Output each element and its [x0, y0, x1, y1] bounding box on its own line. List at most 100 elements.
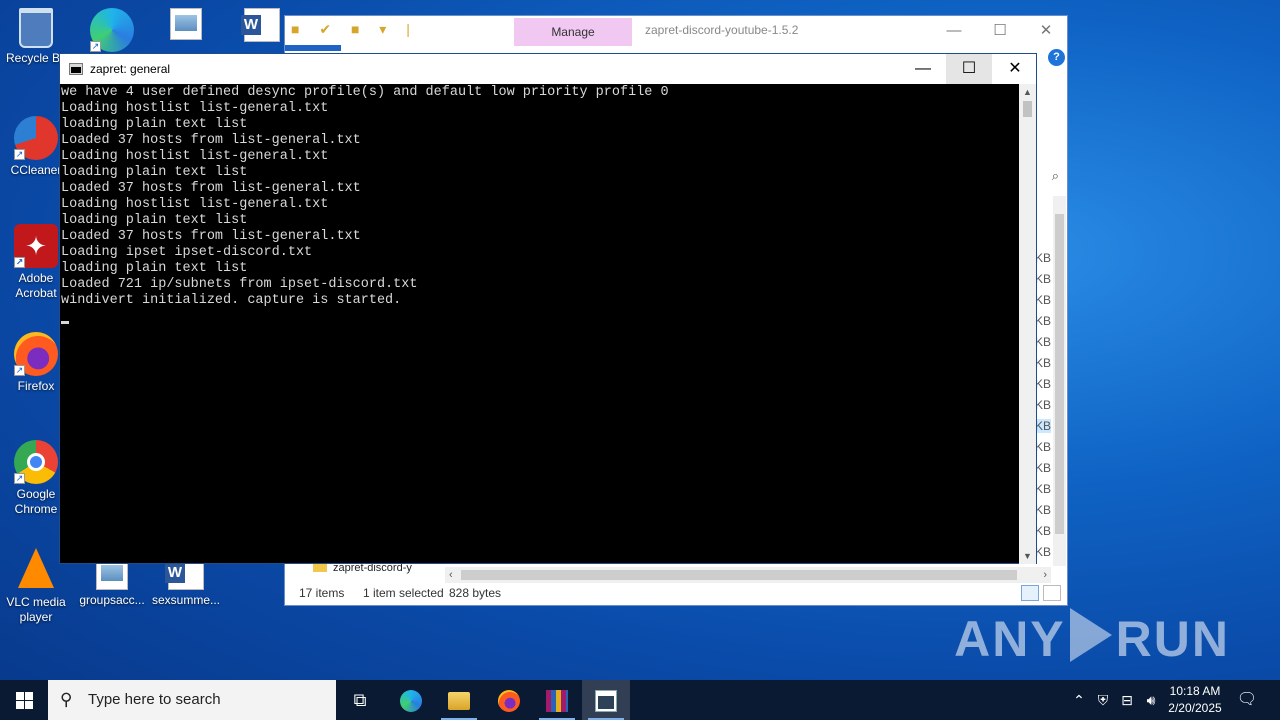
console-cursor: [61, 321, 69, 324]
console-line: Loading hostlist list-general.txt: [61, 101, 329, 116]
quick-access-toolbar[interactable]: ■ ✔ ■ ▾ |: [291, 21, 418, 38]
console-maximize-button[interactable]: ☐: [946, 54, 992, 84]
watermark-right: RUN: [1115, 611, 1230, 667]
folder-icon: [448, 692, 470, 711]
file-size-unit: KB: [1035, 503, 1052, 517]
file-size-unit: KB: [1035, 545, 1052, 559]
file-tab[interactable]: [285, 45, 341, 51]
file-size-unit: KB: [1035, 398, 1052, 412]
desktop-icon-label: groupsacc...: [79, 593, 145, 607]
explorer-title: zapret-discord-youtube-1.5.2: [645, 23, 799, 37]
file-size-unit: KB: [1035, 377, 1052, 391]
taskbar-edge[interactable]: [387, 680, 435, 720]
console-line: Loaded 721 ip/subnets from ipset-discord…: [61, 277, 418, 292]
taskbar-console[interactable]: [582, 680, 630, 720]
windows-logo-icon: [25, 701, 33, 709]
desktop-icon-label: Google Chrome: [14, 487, 58, 516]
console-minimize-button[interactable]: —: [900, 54, 946, 84]
console-line: Loaded 37 hosts from list-general.txt: [61, 229, 361, 244]
file-size-unit: KB: [1035, 251, 1052, 265]
status-selection: 1 item selected: [363, 586, 444, 600]
notification-center-icon[interactable]: 🗨︎: [1232, 680, 1262, 720]
console-line: loading plain text list: [61, 117, 248, 132]
recycle-bin-icon: [19, 8, 53, 48]
search-icon[interactable]: ⌕: [1052, 168, 1059, 184]
word-logo-icon: W: [165, 563, 185, 583]
scrollbar-thumb[interactable]: [1023, 101, 1032, 117]
shortcut-arrow-icon: ↗: [14, 473, 25, 484]
volume-tray-icon[interactable]: 🔊︎: [1140, 680, 1162, 720]
console-line: loading plain text list: [61, 213, 248, 228]
console-titlebar[interactable]: zapret: general — ☐ ✕: [60, 54, 1036, 84]
console-app-icon: [69, 63, 83, 75]
file-size-unit: KB: [1035, 314, 1052, 328]
desktop-icon-label: VLC media player: [6, 595, 66, 624]
start-button[interactable]: [0, 680, 48, 720]
file-size-unit: KB: [1035, 335, 1052, 349]
explorer-titlebar[interactable]: ■ ✔ ■ ▾ | Manage zapret-discord-youtube-…: [285, 16, 1067, 46]
console-line: windivert initialized. capture is starte…: [61, 293, 402, 308]
security-tray-icon[interactable]: ⛨: [1092, 680, 1114, 720]
console-icon: [595, 690, 617, 713]
scroll-down-icon[interactable]: ▼: [1019, 548, 1036, 564]
desktop-icon-label: Recycle Bin: [6, 51, 66, 65]
explorer-minimize-button[interactable]: —: [931, 19, 977, 43]
firefox-icon: ↗: [14, 332, 58, 376]
console-vertical-scrollbar[interactable]: ▲ ▼: [1019, 84, 1036, 564]
word-document-icon: W: [241, 8, 280, 42]
shortcut-arrow-icon: ↗: [14, 365, 25, 376]
desktop-icon-edge[interactable]: ↗: [76, 8, 148, 55]
taskbar-clock[interactable]: 10:18 AM 2/20/2025: [1160, 683, 1230, 717]
file-size-unit: KB: [1035, 440, 1052, 454]
console-line: Loaded 37 hosts from list-general.txt: [61, 133, 361, 148]
large-icons-view-button[interactable]: [1043, 585, 1061, 601]
shortcut-arrow-icon: ↗: [90, 41, 101, 52]
show-hidden-icons-button[interactable]: ⌃: [1068, 680, 1090, 720]
explorer-status-bar: 17 items 1 item selected 828 bytes: [285, 581, 1067, 605]
taskbar: ⚲ Type here to search ⧉ ⌃ ⛨ ⊟ 🔊︎ 10:18 A…: [0, 680, 1280, 720]
edge-icon: [400, 690, 422, 713]
vlc-icon: [18, 548, 54, 588]
console-line: loading plain text list: [61, 261, 248, 276]
scroll-up-icon[interactable]: ▲: [1019, 84, 1036, 100]
explorer-vertical-scrollbar[interactable]: [1053, 196, 1066, 566]
status-item-count: 17 items: [299, 586, 345, 600]
explorer-maximize-button[interactable]: ☐: [977, 19, 1023, 43]
acrobat-icon: ✦ ↗: [14, 224, 58, 268]
search-placeholder: Type here to search: [88, 691, 221, 708]
tab-manage[interactable]: Manage: [514, 18, 632, 46]
winrar-icon: [546, 690, 568, 713]
file-size-unit: KB: [1035, 482, 1052, 496]
file-size-unit: KB: [1035, 356, 1052, 370]
file-size-unit: KB: [1035, 272, 1052, 286]
taskbar-search-box[interactable]: ⚲ Type here to search: [48, 680, 336, 720]
windows-logo-icon: [25, 692, 33, 700]
chrome-icon: ↗: [14, 440, 58, 484]
taskbar-file-explorer[interactable]: [435, 680, 483, 720]
console-line: Loading hostlist list-general.txt: [61, 149, 329, 164]
file-size-unit: KB: [1035, 293, 1052, 307]
scrollbar-thumb[interactable]: [1055, 214, 1064, 534]
firefox-icon: [498, 690, 520, 713]
file-size-unit: KB: [1035, 524, 1052, 538]
desktop-icon-image-file[interactable]: [150, 0, 222, 43]
windows-logo-icon: [16, 692, 24, 700]
task-view-button[interactable]: ⧉: [336, 680, 384, 720]
taskbar-winrar[interactable]: [533, 680, 581, 720]
console-close-button[interactable]: ✕: [992, 54, 1038, 84]
file-size-unit: KB: [1035, 461, 1052, 475]
desktop-icon-label: sexsumme...: [151, 593, 220, 607]
explorer-close-button[interactable]: ✕: [1023, 19, 1069, 43]
windows-logo-icon: [16, 701, 24, 709]
scrollbar-thumb[interactable]: [461, 570, 1017, 580]
console-line: Loading hostlist list-general.txt: [61, 197, 329, 212]
help-icon[interactable]: ?: [1048, 49, 1065, 66]
console-title: zapret: general: [90, 62, 171, 76]
network-tray-icon[interactable]: ⊟: [1116, 680, 1138, 720]
console-window[interactable]: zapret: general — ☐ ✕ we have 4 user def…: [59, 53, 1037, 564]
word-logo-icon: W: [241, 15, 261, 35]
taskbar-firefox[interactable]: [485, 680, 533, 720]
details-view-button[interactable]: [1021, 585, 1039, 601]
console-output[interactable]: we have 4 user defined desync profile(s)…: [60, 84, 1021, 564]
edge-icon: ↗: [90, 8, 134, 52]
